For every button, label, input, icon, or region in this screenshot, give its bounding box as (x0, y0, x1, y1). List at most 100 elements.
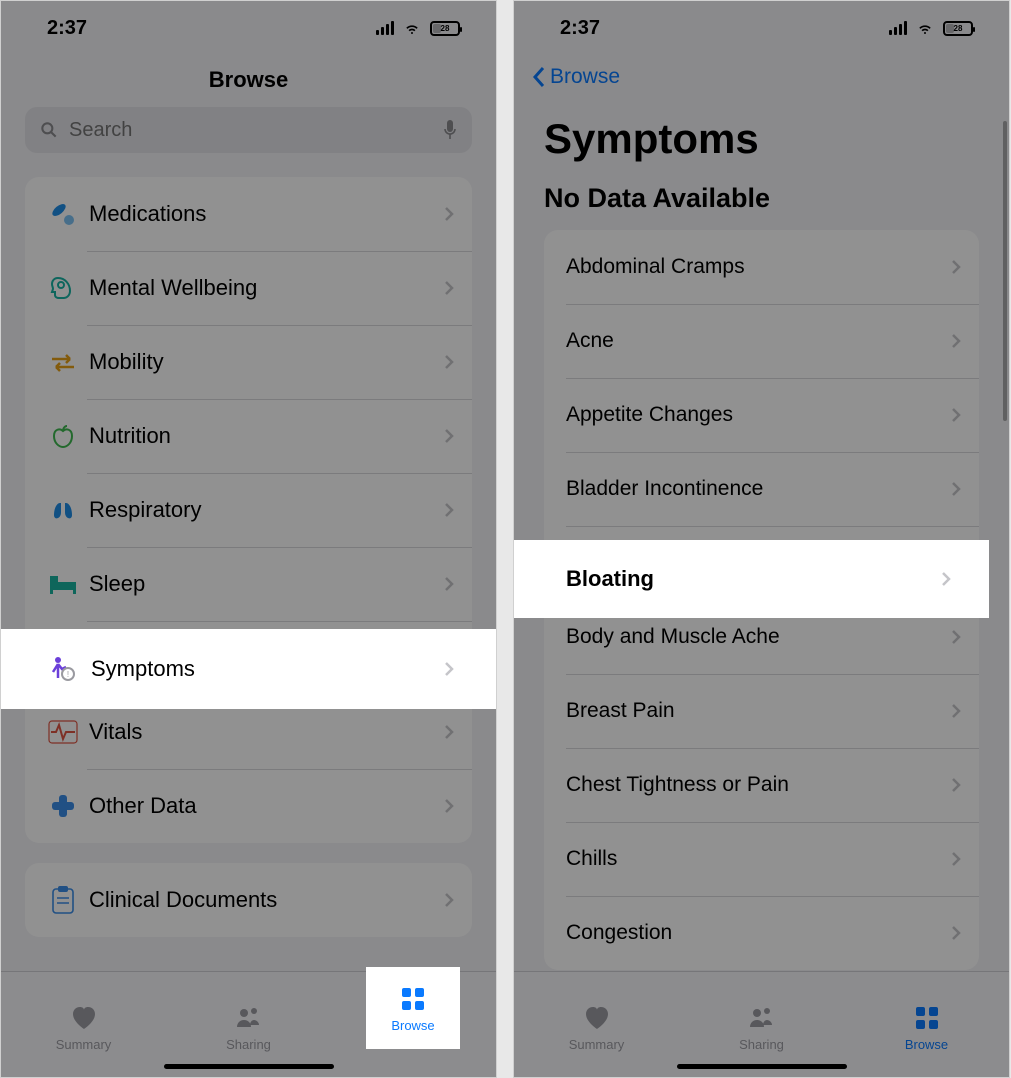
page-title: Symptoms (514, 97, 1009, 175)
grid-icon (398, 984, 428, 1014)
wifi-icon (402, 20, 422, 36)
category-label: Symptoms (91, 656, 444, 682)
symptom-label: Chills (566, 847, 951, 871)
tab-label: Sharing (226, 1037, 271, 1052)
page-title: Browse (1, 55, 496, 107)
heart-icon (582, 1003, 612, 1033)
category-label: Vitals (85, 719, 444, 745)
chevron-right-icon (951, 851, 961, 867)
category-respiratory[interactable]: Respiratory (25, 473, 472, 547)
back-button[interactable]: Browse (514, 55, 1009, 97)
grid-icon (912, 1003, 942, 1033)
people-icon (234, 1003, 264, 1033)
search-icon (39, 120, 59, 140)
search-field[interactable] (25, 107, 472, 153)
chevron-right-icon (951, 703, 961, 719)
tab-summary[interactable]: Summary (514, 972, 679, 1077)
symptom-label: Appetite Changes (566, 403, 951, 427)
highlight-browse-tab[interactable]: Browse (366, 967, 460, 1049)
symptom-label: Acne (566, 329, 951, 353)
tab-browse[interactable]: Browse (844, 972, 1009, 1077)
status-icons: 28 (889, 20, 973, 36)
symptom-label: Bloating (566, 566, 941, 592)
status-bar: 2:37 28 (514, 1, 1009, 55)
category-label: Medications (85, 201, 444, 227)
section-title: No Data Available (514, 175, 1009, 230)
chevron-right-icon (951, 481, 961, 497)
symptom-congestion[interactable]: Congestion (544, 896, 979, 970)
vitals-icon (48, 720, 78, 744)
tab-bar: Summary Sharing Browse (514, 971, 1009, 1077)
highlight-symptoms-row[interactable]: ! Symptoms (1, 629, 496, 709)
clipboard-icon (50, 885, 76, 915)
category-mobility[interactable]: Mobility (25, 325, 472, 399)
symptom-appetite-changes[interactable]: Appetite Changes (544, 378, 979, 452)
category-label: Other Data (85, 793, 444, 819)
tab-label: Sharing (739, 1037, 784, 1052)
mic-icon[interactable] (442, 119, 458, 141)
highlight-bloating-row[interactable]: Bloating (514, 540, 989, 618)
chevron-right-icon (444, 502, 454, 518)
category-sleep[interactable]: Sleep (25, 547, 472, 621)
plus-icon (48, 791, 78, 821)
symptom-acne[interactable]: Acne (544, 304, 979, 378)
category-clinical-documents[interactable]: Clinical Documents (25, 863, 472, 937)
scroll-indicator[interactable] (1003, 121, 1007, 421)
tab-summary[interactable]: Summary (1, 972, 166, 1077)
search-input[interactable] (69, 119, 432, 142)
symptom-label: Congestion (566, 921, 951, 945)
chevron-right-icon (444, 661, 454, 677)
symptom-chest-tightness[interactable]: Chest Tightness or Pain (544, 748, 979, 822)
status-time: 2:37 (560, 17, 600, 40)
category-label: Sleep (85, 571, 444, 597)
symptom-abdominal-cramps[interactable]: Abdominal Cramps (544, 230, 979, 304)
symptom-label: Breast Pain (566, 699, 951, 723)
tab-label: Summary (56, 1037, 112, 1052)
battery-icon: 28 (430, 21, 460, 36)
chevron-left-icon (532, 66, 546, 88)
chevron-right-icon (951, 333, 961, 349)
tab-label: Summary (569, 1037, 625, 1052)
category-medications[interactable]: Medications (25, 177, 472, 251)
pills-icon (48, 199, 78, 229)
tab-label: Browse (905, 1037, 948, 1052)
category-label: Mental Wellbeing (85, 275, 444, 301)
chevron-right-icon (444, 798, 454, 814)
arrows-icon (48, 347, 78, 377)
chevron-right-icon (444, 206, 454, 222)
home-indicator[interactable] (677, 1064, 847, 1069)
symptom-bladder-incontinence[interactable]: Bladder Incontinence (544, 452, 979, 526)
tab-sharing[interactable]: Sharing (166, 972, 331, 1077)
cellular-icon (889, 21, 907, 35)
category-mental-wellbeing[interactable]: Mental Wellbeing (25, 251, 472, 325)
apple-icon (48, 421, 78, 451)
back-label: Browse (550, 65, 620, 89)
svg-text:!: ! (67, 670, 69, 679)
tab-sharing[interactable]: Sharing (679, 972, 844, 1077)
symptom-chills[interactable]: Chills (544, 822, 979, 896)
chevron-right-icon (941, 571, 951, 587)
category-label: Clinical Documents (85, 887, 444, 913)
clinical-list: Clinical Documents (25, 863, 472, 937)
chevron-right-icon (444, 354, 454, 370)
chevron-right-icon (951, 925, 961, 941)
chevron-right-icon (444, 280, 454, 296)
category-nutrition[interactable]: Nutrition (25, 399, 472, 473)
home-indicator[interactable] (164, 1064, 334, 1069)
category-other-data[interactable]: Other Data (25, 769, 472, 843)
category-label: Respiratory (85, 497, 444, 523)
heart-icon (69, 1003, 99, 1033)
symptom-label: Bladder Incontinence (566, 477, 951, 501)
status-bar: 2:37 28 (1, 1, 496, 55)
lungs-icon (48, 495, 78, 525)
chevron-right-icon (444, 724, 454, 740)
symptoms-icon: ! (48, 654, 78, 684)
people-icon (747, 1003, 777, 1033)
category-label: Mobility (85, 349, 444, 375)
chevron-right-icon (444, 576, 454, 592)
chevron-right-icon (951, 259, 961, 275)
symptom-label: Body and Muscle Ache (566, 625, 951, 649)
symptom-breast-pain[interactable]: Breast Pain (544, 674, 979, 748)
symptom-label: Chest Tightness or Pain (566, 773, 951, 797)
health-categories-list: Medications Mental Wellbeing Mobility Nu… (25, 177, 472, 843)
